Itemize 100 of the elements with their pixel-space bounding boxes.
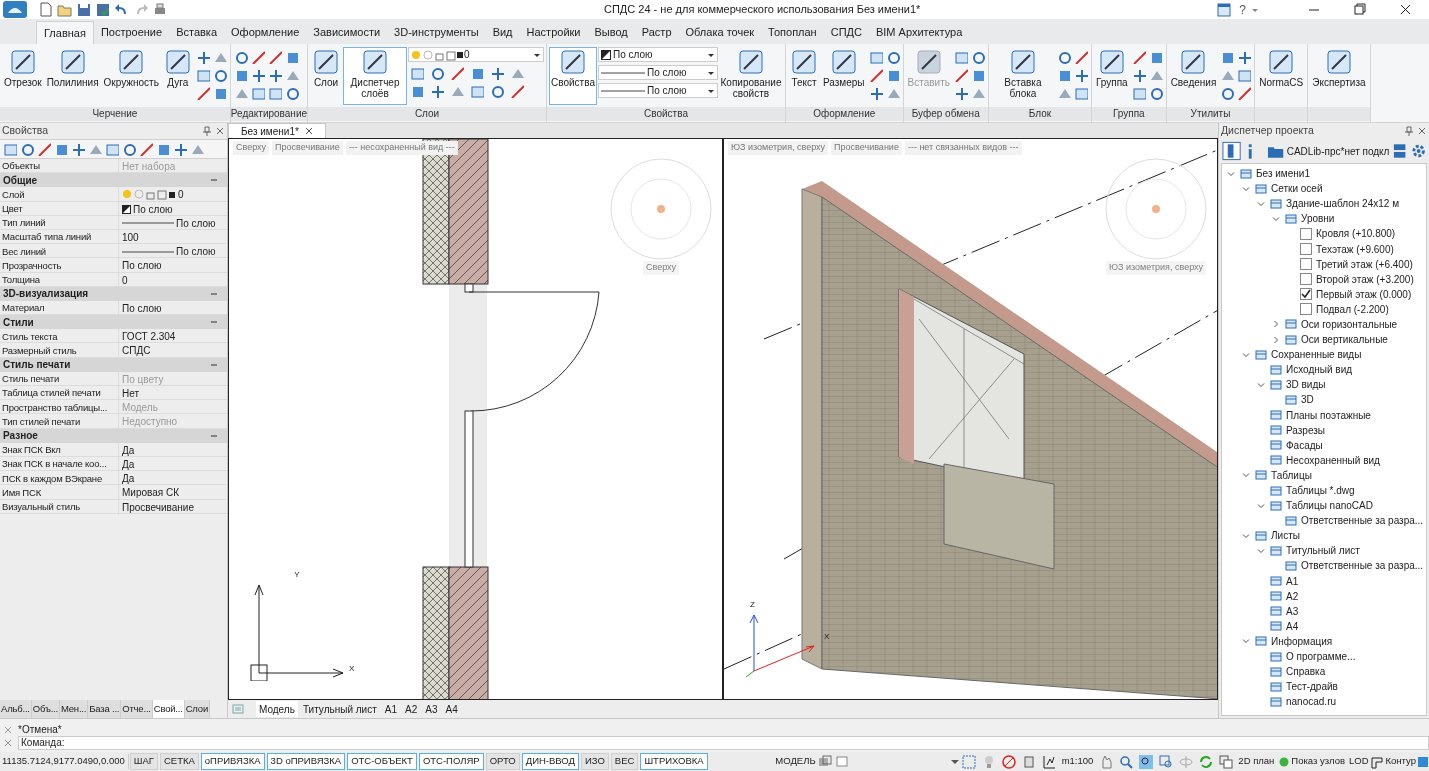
layout-tab[interactable]: A1 (381, 701, 400, 717)
ribbon-button[interactable]: Окружность (101, 47, 161, 105)
tool-icon[interactable] (410, 66, 425, 80)
checkbox[interactable] (1300, 303, 1312, 316)
tree-item[interactable]: A4 (1286, 618, 1299, 634)
tool-icon[interactable] (1073, 86, 1088, 100)
viewport-label[interactable]: ЮЗ изометрия, сверху (728, 141, 829, 155)
tool-icon[interactable] (490, 84, 505, 98)
menu-tab[interactable]: 3D-инструменты (387, 21, 486, 44)
contour-button[interactable]: Контур (1384, 754, 1417, 769)
tree-item[interactable]: 3D (1301, 392, 1314, 408)
tool-icon[interactable] (195, 86, 210, 100)
tree-item[interactable]: Ответственные за разра... (1301, 513, 1424, 529)
tool-icon[interactable] (868, 68, 883, 82)
viewport-label[interactable]: Просвечивание (831, 141, 902, 155)
ribbon-button[interactable]: Диспетчер слоёв (343, 47, 408, 105)
tree-item[interactable]: Сетки осей (1271, 181, 1323, 197)
tool-icon[interactable] (1237, 86, 1252, 100)
sheet-icon[interactable] (834, 754, 849, 769)
tool-icon[interactable] (195, 50, 210, 64)
tool-icon[interactable] (970, 50, 985, 64)
status-toggle[interactable]: ИЗО (581, 753, 609, 770)
tree-item[interactable]: Здание-шаблон 24x12 м (1286, 196, 1399, 212)
panel-tab[interactable]: База ... (88, 700, 122, 718)
tool-icon[interactable] (212, 68, 227, 82)
tool-icon[interactable] (868, 86, 883, 100)
layout-tab[interactable]: Титульный лист (299, 701, 380, 717)
checkbox[interactable] (1300, 243, 1312, 255)
tool-icon[interactable] (37, 142, 51, 156)
tool-icon[interactable] (1131, 86, 1146, 100)
tool-icon[interactable] (410, 84, 425, 98)
tool-icon[interactable] (430, 84, 445, 98)
tree-item[interactable]: Тест-драйв (1286, 679, 1338, 695)
tree-item[interactable]: Без имени1 (1256, 166, 1310, 182)
ribbon-button[interactable]: Отрезок (2, 47, 44, 105)
status-toggle[interactable]: ДИН-ВВОД (521, 753, 579, 770)
menu-tab[interactable]: Вывод (587, 21, 635, 44)
chevron-right-icon[interactable] (1271, 334, 1281, 345)
tool-icon[interactable] (139, 142, 153, 156)
menu-tab[interactable]: Растр (634, 21, 679, 44)
tree-item[interactable]: Оси вертикальные (1301, 332, 1388, 348)
status-toggle[interactable]: ОТС-ОБЪЕКТ (347, 753, 417, 770)
menu-tab[interactable]: Вид (485, 21, 520, 44)
tree-item[interactable]: 3D виды (1286, 377, 1326, 393)
viewport-label[interactable]: Сверху (233, 141, 270, 155)
tree-item[interactable]: Несохраненный вид (1286, 452, 1380, 468)
menu-tab[interactable]: Облака точек (678, 21, 762, 44)
status-toggle[interactable]: 3D оПРИВЯЗКА (266, 753, 346, 770)
tool-icon[interactable] (267, 68, 282, 82)
tool-icon[interactable] (1073, 50, 1088, 64)
menu-tab[interactable]: Построение (93, 21, 170, 44)
status-toggle[interactable]: ШАГ (129, 753, 158, 770)
help-button[interactable]: ? (1236, 0, 1249, 19)
space-button[interactable]: МОДЕЛЬ (773, 754, 818, 769)
layout-tab[interactable]: A3 (422, 701, 441, 717)
tool-icon[interactable] (267, 50, 282, 64)
chart-icon[interactable] (1040, 753, 1057, 770)
tool-icon[interactable] (470, 66, 485, 80)
ribbon-button[interactable]: Вставка блока (990, 47, 1055, 105)
tool-icon[interactable] (20, 142, 34, 156)
layout-list-icon[interactable] (232, 704, 244, 714)
tree-item[interactable]: Фасады (1286, 437, 1323, 453)
tree-item[interactable]: Исходный вид (1286, 362, 1353, 378)
status-toggle[interactable]: ОРТО (485, 753, 520, 770)
tool-icon[interactable] (233, 50, 248, 64)
tree-item[interactable]: Второй этаж (+3.200) (1316, 271, 1414, 287)
menu-tab[interactable]: Вставка (169, 21, 225, 44)
tool-icon[interactable] (1237, 68, 1252, 82)
tree-item[interactable]: Техэтаж (+9.600) (1316, 241, 1394, 257)
ribbon-button[interactable]: Сведения (1168, 47, 1219, 105)
tool-icon[interactable] (54, 142, 68, 156)
tool-icon[interactable] (71, 142, 85, 156)
checkbox[interactable] (1300, 258, 1312, 271)
save-as-icon[interactable] (95, 1, 111, 18)
tool-icon[interactable] (284, 86, 299, 100)
tree-item[interactable]: A1 (1286, 573, 1299, 589)
ribbon-button[interactable]: Группа (1093, 47, 1130, 105)
layer-dropdown[interactable]: 0 (408, 47, 545, 62)
resize-icon[interactable] (4, 738, 12, 748)
viewport-label[interactable]: Просвечивание (272, 141, 343, 155)
tool-icon[interactable] (122, 142, 136, 156)
checkbox[interactable] (1300, 273, 1312, 286)
tree-item[interactable]: Третий этаж (+6.400) (1316, 256, 1413, 272)
refresh-icon[interactable] (1198, 753, 1215, 770)
tree-item[interactable]: Оси горизонтальные (1301, 317, 1398, 332)
ribbon-button[interactable]: Свойства (549, 47, 597, 105)
save-icon[interactable] (76, 1, 92, 18)
ribbon-button[interactable]: Копирование свойств (718, 47, 783, 105)
ribbon-button[interactable]: Слои (310, 47, 343, 105)
menu-tab[interactable]: Настройки (519, 21, 588, 44)
close-icon[interactable] (1417, 126, 1427, 136)
tool-icon[interactable] (195, 68, 210, 82)
tool-icon[interactable] (1148, 86, 1163, 100)
tool-icon[interactable] (173, 142, 187, 156)
viewport-label[interactable]: --- несохраненный вид --- (345, 141, 458, 155)
status-toggle[interactable]: СЕТКА (159, 753, 199, 770)
zoom-window-icon[interactable] (1138, 753, 1155, 770)
checkbox[interactable] (1300, 227, 1312, 240)
ribbon-button[interactable]: Полилиния (44, 47, 101, 105)
tree-item[interactable]: Разрезы (1286, 422, 1326, 438)
